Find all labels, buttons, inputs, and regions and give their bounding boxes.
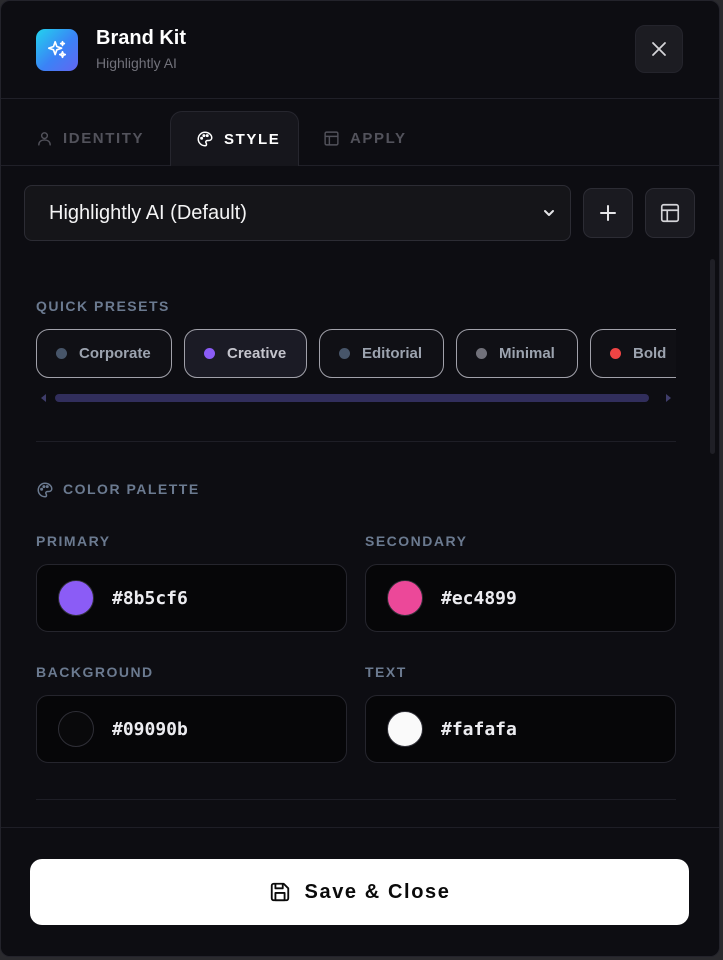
secondary-color-label: SECONDARY (365, 533, 468, 549)
background-color-swatch[interactable] (58, 711, 94, 747)
preset-editorial[interactable]: Editorial (319, 329, 444, 378)
chevron-down-icon (544, 210, 554, 216)
tab-bar: IDENTITY STYLE APPLY (1, 99, 719, 166)
section-divider (36, 441, 676, 442)
text-color-field[interactable]: #fafafa (365, 695, 676, 763)
text-color-swatch[interactable] (387, 711, 423, 747)
secondary-color-swatch[interactable] (387, 580, 423, 616)
sparkles-icon (36, 29, 78, 71)
secondary-color-value: #ec4899 (441, 587, 517, 609)
preset-dot (204, 348, 215, 359)
primary-color-swatch[interactable] (58, 580, 94, 616)
tab-apply[interactable]: APPLY (323, 111, 407, 166)
brand-kit-select-value: Highlightly AI (Default) (49, 201, 247, 224)
panel-subtitle: Highlightly AI (96, 55, 177, 71)
plus-icon (600, 205, 616, 221)
scroll-left-icon[interactable] (41, 394, 46, 402)
brand-kit-select[interactable]: Highlightly AI (Default) (24, 185, 571, 241)
preset-creative[interactable]: Creative (184, 329, 307, 378)
tab-apply-label: APPLY (350, 130, 407, 147)
preset-scrollbar-thumb[interactable] (55, 394, 649, 402)
tab-style-label: STYLE (224, 130, 281, 148)
tab-identity-label: IDENTITY (63, 130, 145, 147)
preset-dot (56, 348, 67, 359)
content-scrollbar[interactable] (710, 259, 715, 454)
background-color-value: #09090b (112, 718, 188, 740)
layout-icon (660, 203, 680, 223)
close-icon (652, 42, 666, 56)
tab-identity[interactable]: IDENTITY (36, 111, 144, 166)
panel-title: Brand Kit (96, 27, 186, 49)
scroll-right-icon[interactable] (666, 394, 671, 402)
preset-label: Corporate (79, 345, 151, 362)
palette-icon (37, 482, 53, 498)
primary-color-label: PRIMARY (36, 533, 111, 549)
text-color-value: #fafafa (441, 718, 517, 740)
preset-label: Bold (633, 345, 667, 362)
primary-color-field[interactable]: #8b5cf6 (36, 564, 347, 632)
tab-style[interactable]: STYLE (170, 111, 299, 166)
manage-kits-button[interactable] (645, 188, 695, 238)
preset-label: Creative (227, 345, 287, 362)
user-icon (38, 132, 51, 146)
preset-minimal[interactable]: Minimal (456, 329, 578, 378)
color-palette-label: COLOR PALETTE (63, 481, 200, 497)
preset-dot (339, 348, 350, 359)
background-color-field[interactable]: #09090b (36, 695, 347, 763)
preset-label: Minimal (499, 345, 555, 362)
preset-corporate[interactable]: Corporate (36, 329, 172, 378)
save-close-label: Save & Close (304, 880, 451, 903)
quick-presets-label: QUICK PRESETS (36, 298, 170, 314)
brand-kit-panel: Brand Kit Highlightly AI IDENTITY STYLE (0, 0, 720, 957)
secondary-color-field[interactable]: #ec4899 (365, 564, 676, 632)
section-divider (36, 799, 676, 800)
preset-dot (610, 348, 621, 359)
text-color-label: TEXT (365, 664, 407, 680)
primary-color-value: #8b5cf6 (112, 587, 188, 609)
preset-bold[interactable]: Bold (590, 329, 676, 378)
preset-dot (476, 348, 487, 359)
preset-list: Corporate Creative Editorial Minimal Bol… (36, 329, 676, 379)
close-button[interactable] (635, 25, 683, 73)
preset-scrollbar[interactable] (36, 391, 676, 405)
preset-label: Editorial (362, 345, 423, 362)
layout-icon (324, 131, 339, 146)
panel-header: Brand Kit Highlightly AI (1, 1, 719, 99)
save-icon (270, 882, 289, 902)
background-color-label: BACKGROUND (36, 664, 154, 680)
save-close-button[interactable]: Save & Close (30, 859, 689, 925)
add-kit-button[interactable] (583, 188, 633, 238)
palette-icon (197, 131, 213, 147)
